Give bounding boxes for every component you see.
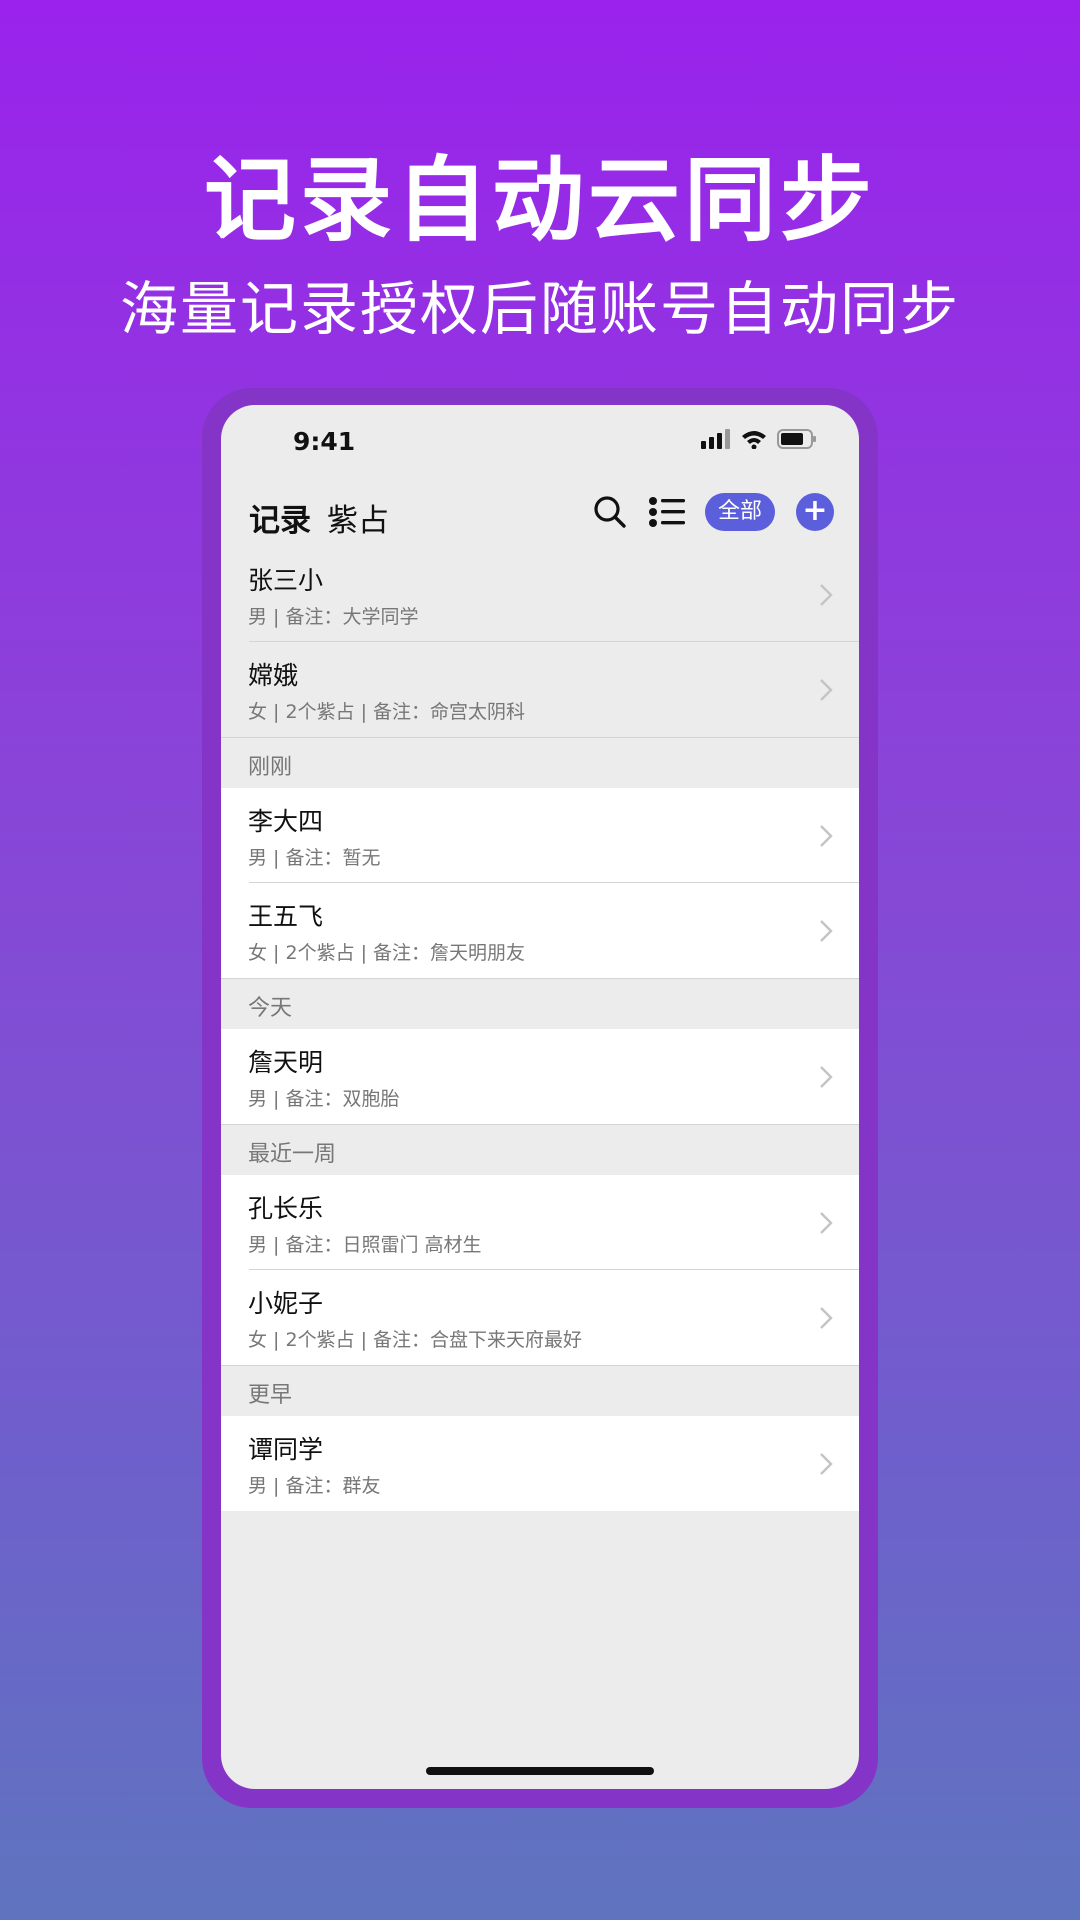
record-detail: 男 | 备注：暂无: [248, 847, 381, 869]
chevron-right-icon: [820, 825, 833, 847]
section-title: 刚刚: [248, 755, 293, 780]
list-item[interactable]: 詹天明 男 | 备注：双胞胎: [221, 1029, 859, 1124]
record-detail: 男 | 备注：大学同学: [248, 606, 419, 628]
list-item[interactable]: 孔长乐 男 | 备注：日照雷门 高材生: [221, 1175, 859, 1270]
nav-bar: 记录 紫占 全部 +: [221, 485, 859, 552]
section-header: 最近一周: [221, 1124, 859, 1175]
hero-title: 记录自动云同步: [203, 146, 876, 254]
list-item[interactable]: 王五飞 女 | 2个紫占 | 备注：詹天明朋友: [221, 883, 859, 978]
record-name: 李大四: [248, 807, 324, 836]
list-item[interactable]: 嫦娥 女 | 2个紫占 | 备注：命宫太阴科: [221, 642, 859, 737]
section-title: 今天: [248, 996, 293, 1021]
list-item[interactable]: 张三小 男 | 备注：大学同学: [221, 547, 859, 642]
record-detail: 男 | 备注：双胞胎: [248, 1088, 400, 1110]
record-detail: 男 | 备注：群友: [248, 1475, 381, 1497]
chevron-right-icon: [820, 679, 833, 701]
record-name: 孔长乐: [248, 1194, 324, 1223]
chevron-right-icon: [820, 584, 833, 606]
record-name: 王五飞: [248, 902, 324, 931]
chevron-right-icon: [820, 1212, 833, 1234]
status-time: 9:41: [293, 427, 356, 456]
record-name: 詹天明: [248, 1048, 324, 1077]
record-name: 小妮子: [248, 1289, 324, 1318]
home-indicator[interactable]: [426, 1767, 654, 1775]
tab-ziwei[interactable]: 紫占: [327, 495, 389, 540]
record-name: 嫦娥: [248, 661, 299, 690]
section-header: 今天: [221, 978, 859, 1029]
section-title: 更早: [248, 1383, 293, 1408]
chevron-right-icon: [820, 1066, 833, 1088]
section-title: 最近一周: [248, 1142, 337, 1167]
record-detail: 男 | 备注：日照雷门 高材生: [248, 1234, 482, 1256]
phone-screen: 9:41 记录 紫占 全部 + 张三小 男 | 备注：大学同学 嫦娥 女 | 2…: [221, 405, 859, 1789]
add-record-button[interactable]: +: [796, 493, 834, 531]
section-header: 更早: [221, 1365, 859, 1416]
status-bar: 9:41: [221, 405, 859, 475]
filter-all-button[interactable]: 全部: [705, 493, 775, 531]
section-header: 刚刚: [221, 737, 859, 788]
record-list: 张三小 男 | 备注：大学同学 嫦娥 女 | 2个紫占 | 备注：命宫太阴科 刚…: [221, 547, 859, 1511]
status-icons: [701, 429, 817, 449]
wifi-icon: [742, 431, 766, 449]
chevron-right-icon: [820, 1453, 833, 1475]
search-icon[interactable]: [593, 495, 627, 529]
record-detail: 女 | 2个紫占 | 备注：詹天明朋友: [248, 942, 526, 964]
record-detail: 女 | 2个紫占 | 备注：命宫太阴科: [248, 701, 526, 723]
list-item[interactable]: 谭同学 男 | 备注：群友: [221, 1416, 859, 1511]
list-icon[interactable]: [648, 495, 686, 529]
list-item[interactable]: 李大四 男 | 备注：暂无: [221, 788, 859, 883]
chevron-right-icon: [820, 1307, 833, 1329]
record-detail: 女 | 2个紫占 | 备注：合盘下来天府最好: [248, 1329, 583, 1351]
battery-icon: [777, 429, 816, 449]
chevron-right-icon: [820, 920, 833, 942]
list-item[interactable]: 小妮子 女 | 2个紫占 | 备注：合盘下来天府最好: [221, 1270, 859, 1365]
hero-subtitle: 海量记录授权后随账号自动同步: [119, 275, 960, 343]
signal-icon: [701, 429, 730, 449]
tab-records[interactable]: 记录: [249, 495, 311, 552]
record-name: 谭同学: [248, 1435, 324, 1464]
record-name: 张三小: [248, 566, 324, 595]
